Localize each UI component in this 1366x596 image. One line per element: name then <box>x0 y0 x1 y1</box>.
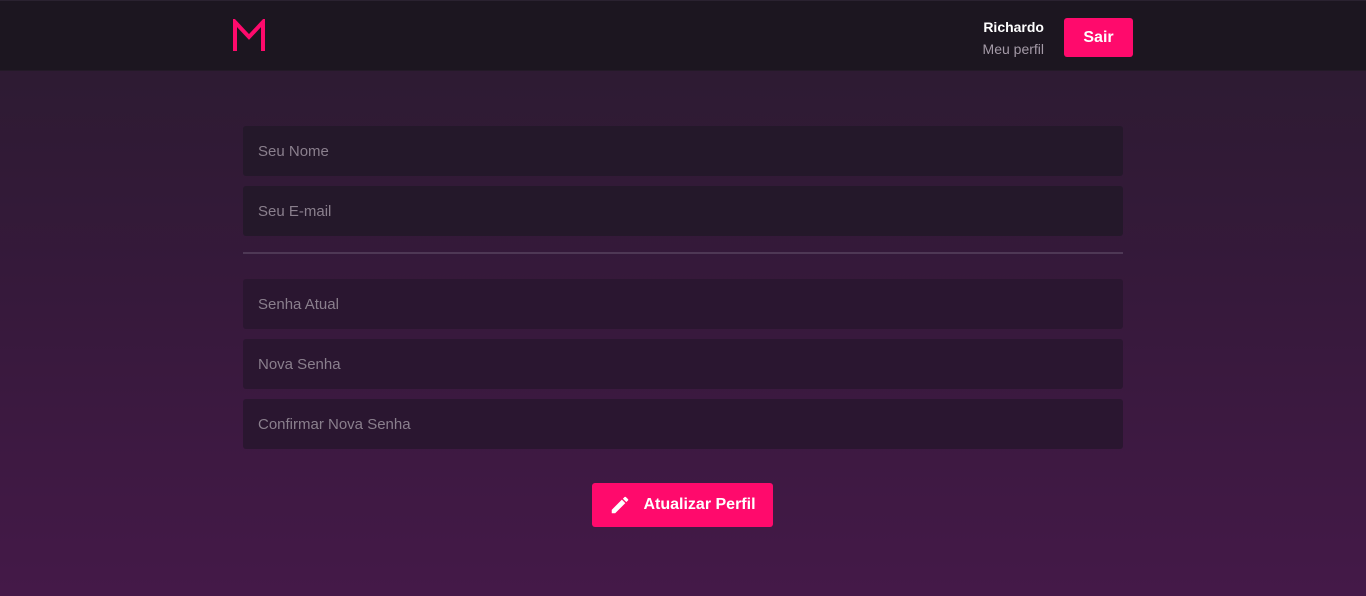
form-divider <box>243 252 1123 254</box>
current-password-input[interactable] <box>243 279 1123 329</box>
profile-form <box>243 126 1123 459</box>
logout-button[interactable]: Sair <box>1064 18 1133 57</box>
new-password-input[interactable] <box>243 339 1123 389</box>
logo-icon[interactable] <box>232 19 266 53</box>
user-profile: Richardo Meu perfil <box>983 18 1044 60</box>
confirm-password-input[interactable] <box>243 399 1123 449</box>
top-bar: Richardo Meu perfil Sair <box>0 0 1366 71</box>
update-profile-button[interactable]: Atualizar Perfil <box>592 483 773 527</box>
my-profile-link[interactable]: Meu perfil <box>983 38 1044 60</box>
email-input[interactable] <box>243 186 1123 236</box>
update-profile-label: Atualizar Perfil <box>643 496 756 513</box>
user-name: Richardo <box>983 19 1044 35</box>
name-input[interactable] <box>243 126 1123 176</box>
pencil-icon <box>612 496 629 514</box>
